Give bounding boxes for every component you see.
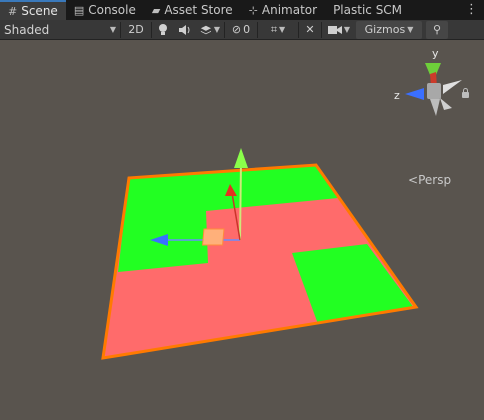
- tab-animator[interactable]: ⊹ Animator: [241, 0, 325, 20]
- tab-label: Console: [88, 3, 136, 17]
- plane-handle[interactable]: [202, 228, 225, 246]
- scene-canvas: y z: [101, 47, 462, 360]
- grid-snap-dropdown[interactable]: ⌗ ▼: [258, 21, 298, 39]
- more-options-icon[interactable]: ⋮: [465, 2, 478, 17]
- gizmo-y-label: y: [432, 47, 439, 60]
- camera-icon: [327, 25, 342, 34]
- tab-console[interactable]: ▤ Console: [66, 0, 144, 20]
- tab-scene[interactable]: # Scene: [0, 0, 66, 20]
- y-axis-arrow-icon[interactable]: [234, 148, 248, 168]
- audio-toggle[interactable]: [174, 21, 196, 39]
- lightbulb-icon: [159, 23, 167, 35]
- camera-dropdown[interactable]: ▼: [322, 21, 356, 39]
- gizmos-label: Gizmos: [364, 23, 406, 36]
- lock-icon[interactable]: [462, 88, 469, 98]
- console-icon: ▤: [73, 3, 85, 17]
- search-button[interactable]: ⚲: [426, 20, 448, 39]
- persp-label: Persp: [418, 173, 452, 187]
- scene-visibility-toggle[interactable]: ⊘ 0: [225, 21, 257, 39]
- grid-snap-icon: ⌗: [270, 22, 278, 36]
- chevron-down-icon: ▼: [109, 25, 116, 34]
- shading-mode-dropdown[interactable]: Shaded ▼: [0, 21, 120, 39]
- orientation-gizmo[interactable]: y z: [394, 47, 462, 116]
- wrench-icon: ✕: [305, 23, 315, 36]
- editor-tab-bar: # Scene ▤ Console ▰ Asset Store ⊹ Animat…: [0, 0, 484, 20]
- gizmo-z-label: z: [394, 89, 400, 102]
- eye-slash-icon: ⊘: [231, 23, 242, 36]
- mode-2d-label: 2D: [128, 23, 144, 36]
- scene-viewport[interactable]: y z <Persp: [0, 40, 484, 420]
- lighting-toggle[interactable]: [152, 21, 174, 39]
- tab-plastic-scm[interactable]: Plastic SCM: [325, 0, 410, 20]
- speaker-icon: [179, 24, 190, 35]
- chevron-down-icon: ▼: [343, 25, 351, 34]
- y-axis-handle[interactable]: [239, 161, 242, 241]
- scene-toolbar: Shaded ▼ 2D ▼ ⊘ 0 ⌗ ▼ ✕ ▼ Gizmos ▼ ⚲: [0, 20, 484, 40]
- tab-label: Asset Store: [164, 3, 233, 17]
- chevron-down-icon: ▼: [213, 25, 220, 34]
- grid-icon: #: [8, 4, 18, 18]
- animator-icon: ⊹: [248, 3, 258, 17]
- hidden-count: 0: [243, 23, 251, 36]
- chevron-down-icon: ▼: [407, 25, 414, 34]
- gizmo-z-cone[interactable]: [405, 88, 424, 100]
- mode-2d-button[interactable]: 2D: [121, 21, 151, 39]
- effects-dropdown[interactable]: ▼: [196, 21, 224, 39]
- gizmos-dropdown[interactable]: Gizmos ▼: [356, 20, 422, 39]
- search-icon: ⚲: [432, 23, 442, 36]
- chevron-down-icon: ▼: [279, 25, 286, 34]
- projection-toggle[interactable]: <Persp: [408, 173, 451, 187]
- gizmo-center-cube[interactable]: [427, 83, 441, 99]
- gizmo-neg-z-cone[interactable]: [440, 98, 452, 110]
- tab-label: Scene: [21, 4, 58, 18]
- chevron-left-icon: <: [408, 173, 419, 187]
- gizmo-neg-x-cone[interactable]: [443, 80, 462, 94]
- tab-label: Animator: [261, 3, 318, 17]
- layers-icon: [200, 25, 211, 34]
- bag-icon: ▰: [151, 3, 161, 17]
- gizmo-neg-y-cone[interactable]: [430, 99, 440, 116]
- tab-asset-store[interactable]: ▰ Asset Store: [144, 0, 241, 20]
- tools-button[interactable]: ✕: [299, 21, 321, 39]
- tab-label: Plastic SCM: [333, 3, 403, 17]
- shading-mode-value: Shaded: [4, 22, 50, 37]
